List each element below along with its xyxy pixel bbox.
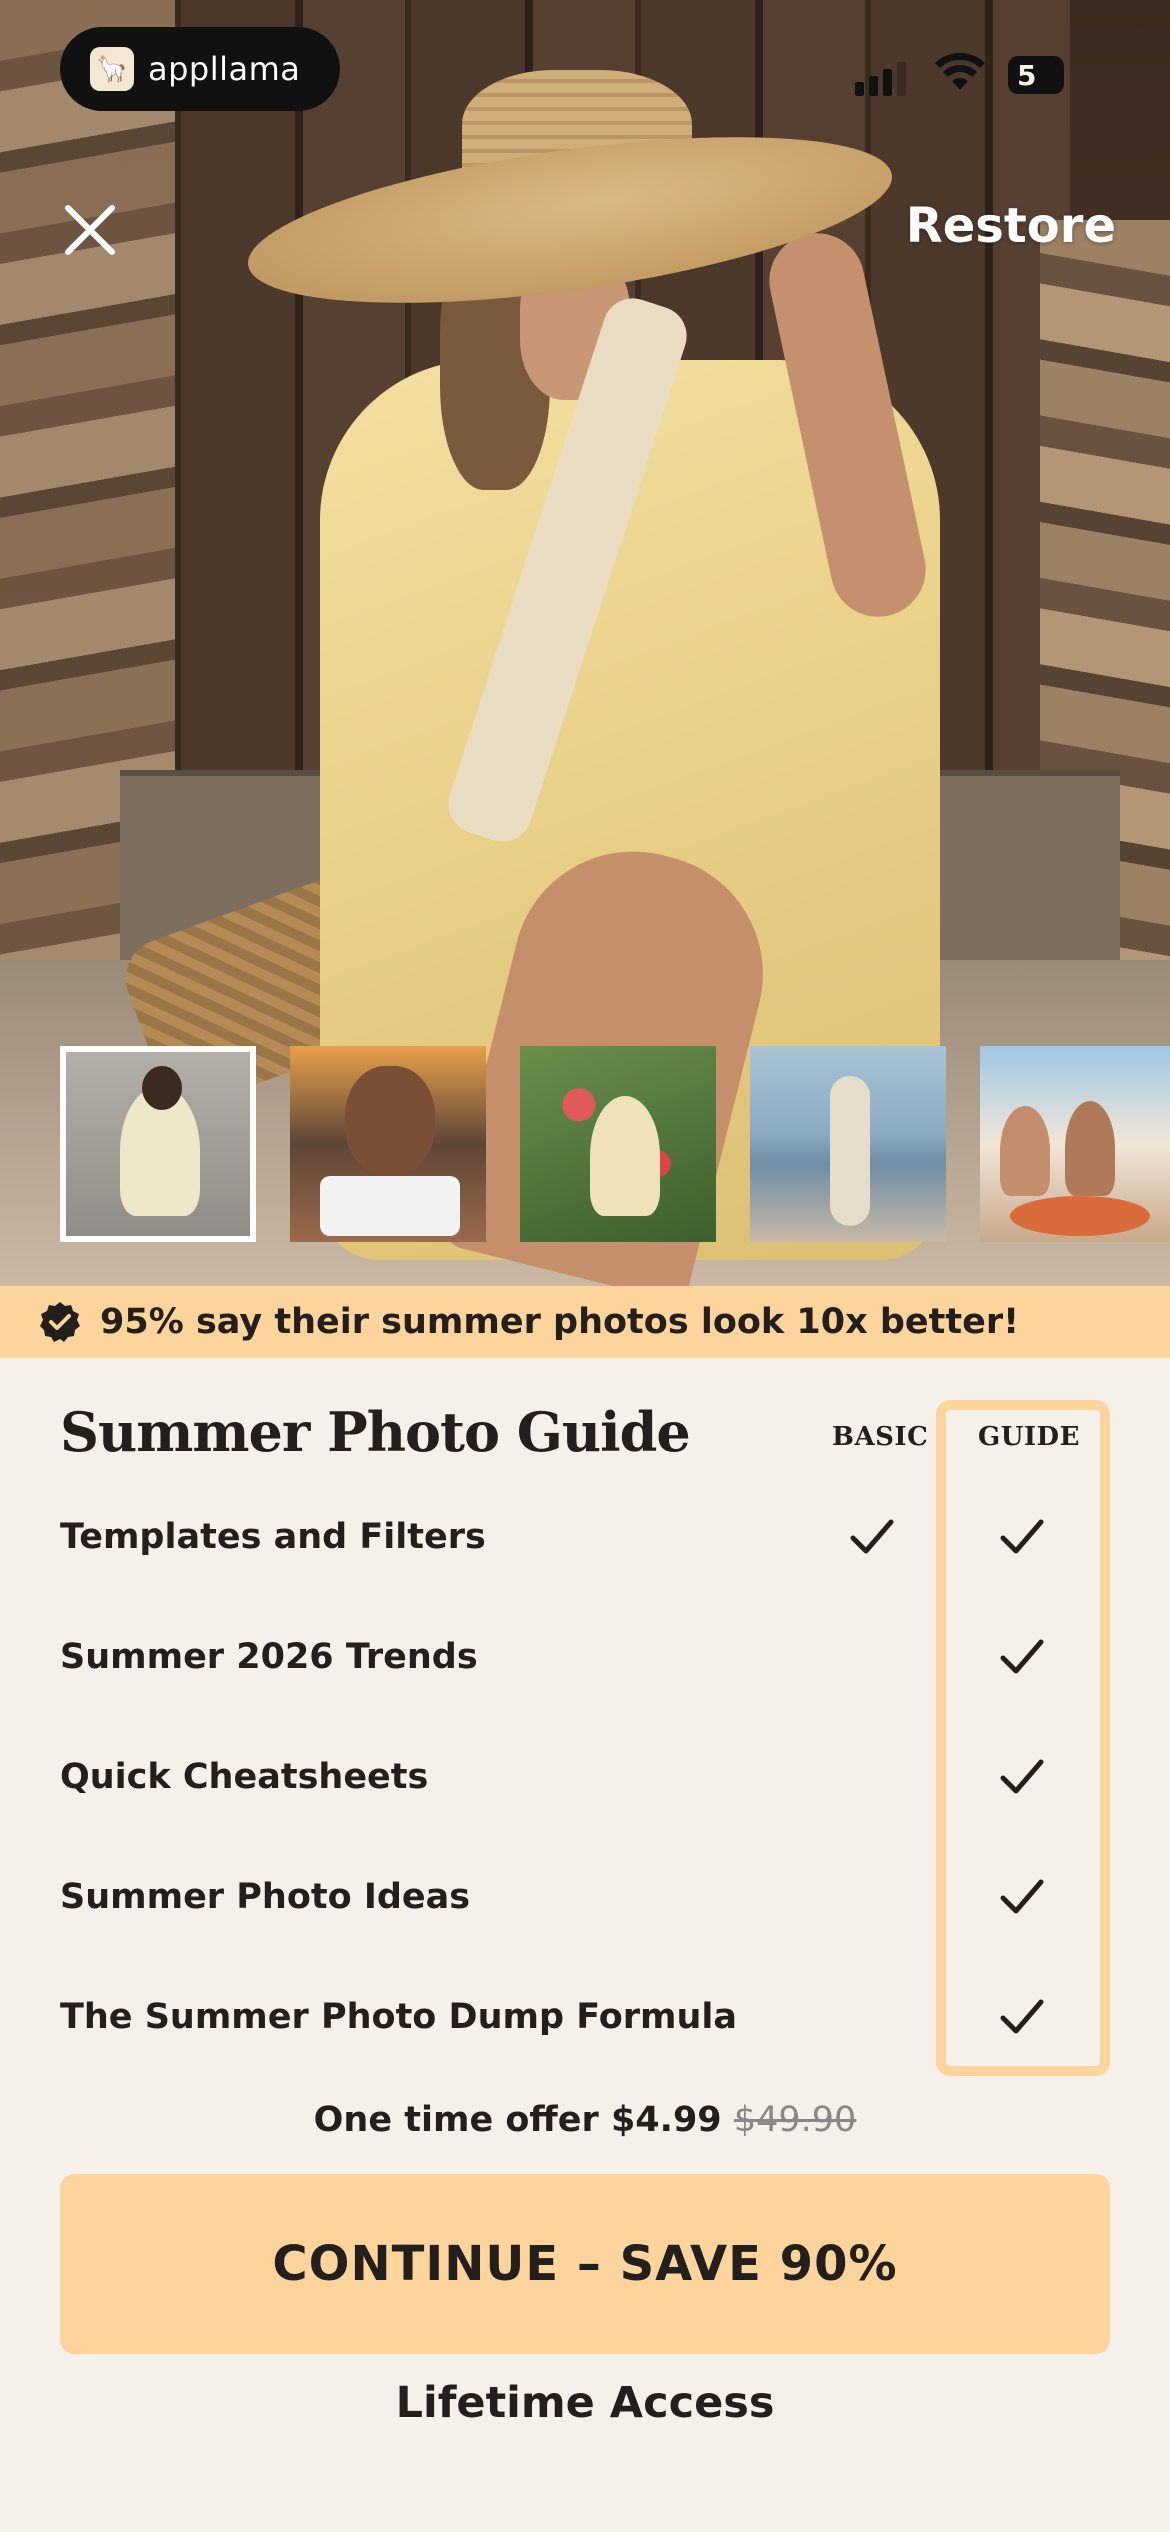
guide-check-icon [1000, 1997, 1044, 2037]
thumbnail-3[interactable] [520, 1046, 716, 1242]
social-proof-banner: 95% say their summer photos look 10x bet… [0, 1286, 1170, 1358]
feature-label: Quick Cheatsheets [60, 1757, 429, 1797]
brand-name: appllama [148, 50, 301, 88]
restore-button[interactable]: Restore [906, 198, 1116, 254]
page-title: Summer Photo Guide [60, 1400, 691, 1464]
battery-level: 5 [1017, 58, 1037, 92]
feature-row: Summer Photo Ideas [60, 1857, 1110, 1937]
thumbnail-strip [60, 1046, 1170, 1242]
guide-check-icon [1000, 1757, 1044, 1797]
guide-check-icon [1000, 1517, 1044, 1557]
continue-button[interactable]: CONTINUE – SAVE 90% [60, 2174, 1110, 2354]
guide-check-icon [1000, 1637, 1044, 1677]
guide-check-icon [1000, 1877, 1044, 1917]
feature-label: Summer 2026 Trends [60, 1637, 478, 1677]
hero-photo: 🦙 appllama 5 Restore [0, 0, 1170, 1286]
status-bar: 🦙 appllama 5 [0, 0, 1170, 140]
close-icon[interactable] [58, 198, 122, 262]
feature-label: Templates and Filters [60, 1517, 486, 1557]
banner-text: 95% say their summer photos look 10x bet… [100, 1302, 1020, 1342]
thumbnail-4[interactable] [750, 1046, 946, 1242]
feature-row: Templates and Filters [60, 1497, 1110, 1577]
price-offer: One time offer $4.99 $49.90 [0, 2100, 1170, 2140]
wifi-icon [935, 52, 985, 90]
feature-label: The Summer Photo Dump Formula [60, 1997, 738, 2037]
thumbnail-2[interactable] [290, 1046, 486, 1242]
battery-icon: 5 [1008, 56, 1064, 94]
feature-row: The Summer Photo Dump Formula [60, 1977, 1110, 2057]
feature-label: Summer Photo Ideas [60, 1877, 471, 1917]
original-price: $49.90 [733, 2100, 857, 2140]
column-header-guide: GUIDE [978, 1422, 1080, 1452]
lifetime-access-label: Lifetime Access [395, 2378, 775, 2428]
cellular-signal-icon [855, 62, 906, 96]
llama-logo-icon: 🦙 [90, 47, 134, 91]
thumbnail-5[interactable] [980, 1046, 1170, 1242]
feature-row: Summer 2026 Trends [60, 1617, 1110, 1697]
feature-row: Quick Cheatsheets [60, 1737, 1110, 1817]
verified-badge-icon [40, 1302, 80, 1342]
offer-text: One time offer $4.99 [313, 2100, 722, 2140]
basic-check-icon [850, 1517, 894, 1557]
column-header-basic: BASIC [832, 1422, 929, 1452]
thumbnail-1[interactable] [60, 1046, 256, 1242]
brand-pill: 🦙 appllama [60, 27, 340, 111]
